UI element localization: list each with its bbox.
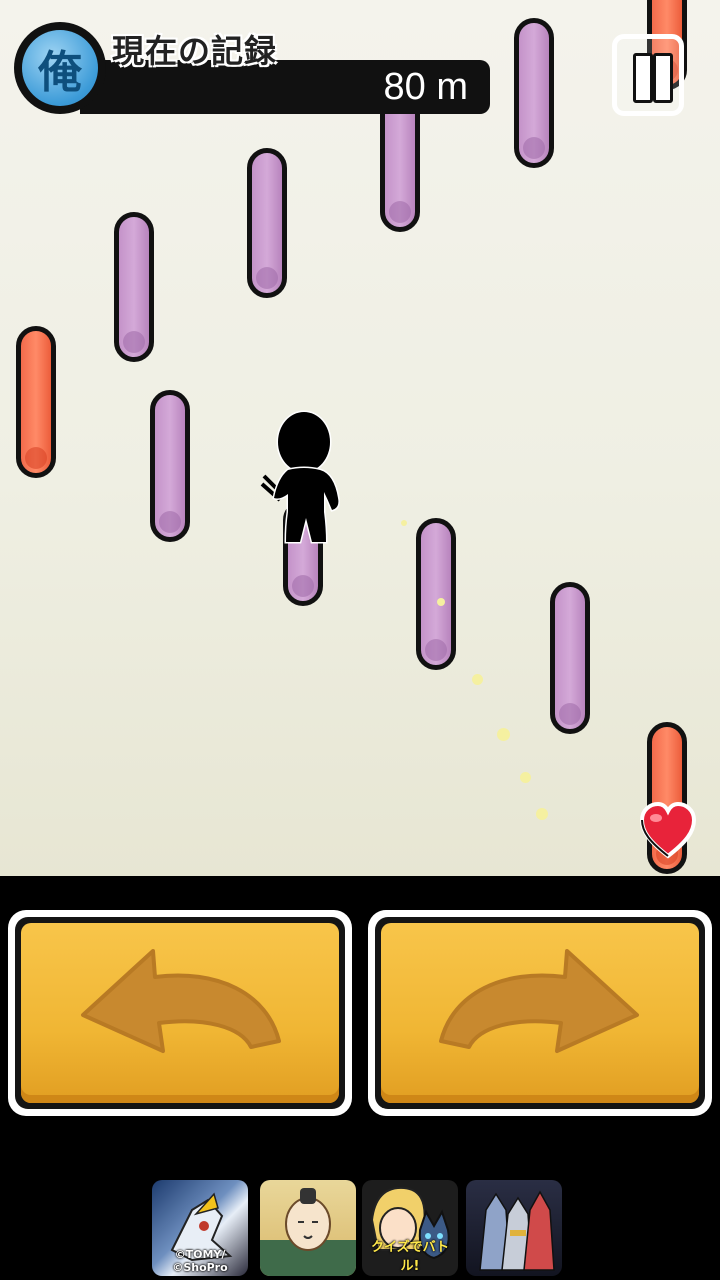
turn-left-arrow-icon bbox=[81, 949, 281, 1053]
sparkle bbox=[401, 520, 407, 526]
turn-right-arrow-icon bbox=[439, 949, 639, 1053]
game-playfield[interactable]: 80 m 現在の記録 俺 bbox=[0, 0, 720, 876]
sparkle bbox=[536, 808, 548, 820]
purple-pillar bbox=[416, 518, 456, 670]
record-value: 80 m bbox=[383, 66, 468, 108]
pause-button[interactable] bbox=[612, 34, 684, 116]
ad-quiz-battle[interactable]: クイズでバトル! bbox=[362, 1180, 458, 1276]
heart-icon bbox=[640, 801, 696, 859]
ad-samurai-game[interactable] bbox=[260, 1180, 356, 1276]
player-character bbox=[260, 410, 340, 544]
sparkle bbox=[437, 598, 445, 606]
ad-strip: ©TOMY/©ShoPro クイズでバトル! bbox=[152, 1180, 572, 1280]
turn-left-button[interactable] bbox=[8, 910, 352, 1116]
purple-pillar bbox=[150, 390, 190, 542]
ad-heroes-game[interactable] bbox=[466, 1180, 562, 1276]
sparkle bbox=[520, 772, 531, 783]
samurai-icon bbox=[260, 1188, 356, 1276]
ad-mech-game[interactable]: ©TOMY/©ShoPro bbox=[152, 1180, 248, 1276]
record-label: 現在の記録 bbox=[112, 32, 278, 70]
badge-char: 俺 bbox=[22, 30, 98, 106]
ad-caption: クイズでバトル! bbox=[370, 1240, 449, 1274]
player-badge: 俺 bbox=[14, 22, 106, 114]
control-panel: ©TOMY/©ShoPro クイズでバトル! bbox=[0, 876, 720, 1280]
sparkle bbox=[497, 728, 510, 741]
purple-pillar bbox=[514, 18, 554, 168]
purple-pillar bbox=[114, 212, 154, 362]
red-pillar bbox=[16, 326, 56, 478]
purple-pillar bbox=[247, 148, 287, 298]
purple-pillar bbox=[550, 582, 590, 734]
ad-caption: ©TOMY/©ShoPro bbox=[172, 1248, 228, 1274]
turn-right-button[interactable] bbox=[368, 910, 712, 1116]
sparkle bbox=[472, 674, 483, 685]
heroes-icon bbox=[479, 1190, 555, 1271]
